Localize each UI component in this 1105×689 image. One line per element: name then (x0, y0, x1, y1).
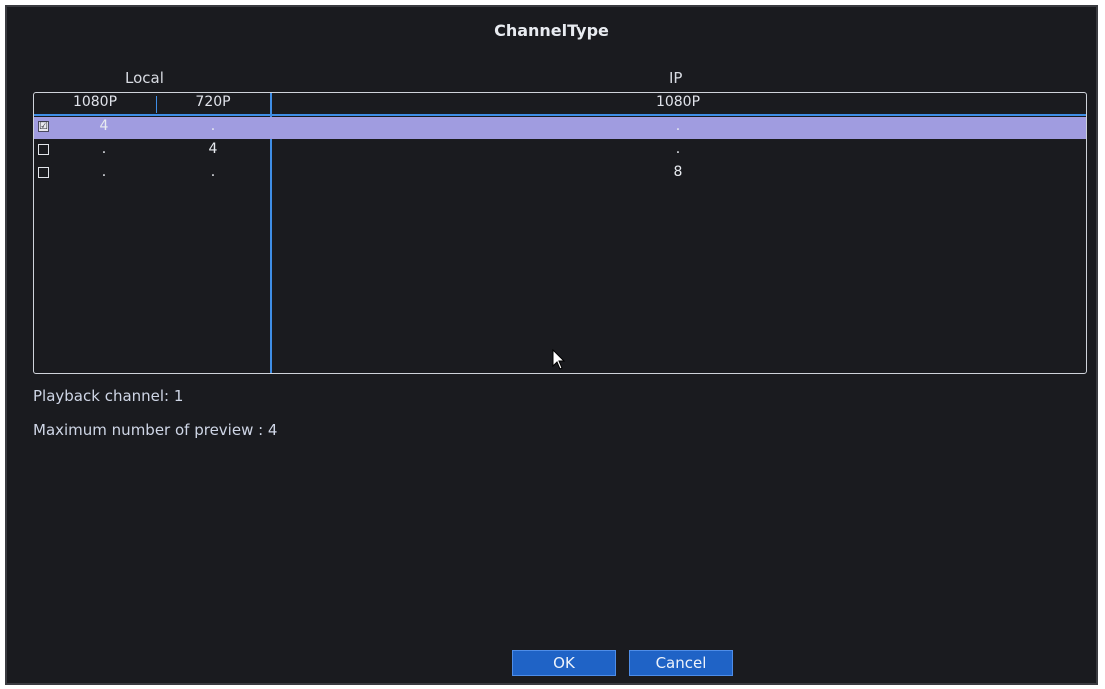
table-row[interactable]: . 4 . (34, 140, 1086, 162)
column-header-local-720p: 720P (195, 94, 231, 110)
channel-type-dialog: ChannelType Local IP 1080P 720P 1080P ☑ … (5, 5, 1098, 685)
playback-channel-info: Playback channel: 1 (33, 387, 184, 405)
group-label-ip: IP (669, 69, 683, 87)
cell-local-720p: . (210, 164, 216, 180)
column-header-local-1080p: 1080P (72, 94, 118, 110)
mouse-pointer-icon (552, 349, 566, 370)
cancel-button[interactable]: Cancel (629, 650, 733, 676)
header-underline (34, 114, 1086, 116)
column-header-ip-1080p: 1080P (655, 94, 701, 110)
max-preview-info: Maximum number of preview : 4 (33, 421, 278, 439)
cell-local-1080p: 4 (99, 118, 109, 134)
cell-local-1080p: . (101, 164, 107, 180)
group-label-local: Local (125, 69, 164, 87)
table-row[interactable]: ☑ 4 . . (34, 117, 1086, 139)
dialog-title: ChannelType (494, 21, 609, 40)
cell-local-720p: . (210, 118, 216, 134)
ok-button[interactable]: OK (512, 650, 616, 676)
cell-local-1080p: . (101, 141, 107, 157)
table-row[interactable]: . . 8 (34, 163, 1086, 185)
channel-type-table: 1080P 720P 1080P ☑ 4 . . . 4 . . . 8 (33, 92, 1087, 374)
cell-local-720p: 4 (208, 141, 218, 157)
cell-ip-1080p: . (675, 118, 681, 134)
cell-ip-1080p: 8 (673, 164, 683, 180)
cell-ip-1080p: . (675, 141, 681, 157)
